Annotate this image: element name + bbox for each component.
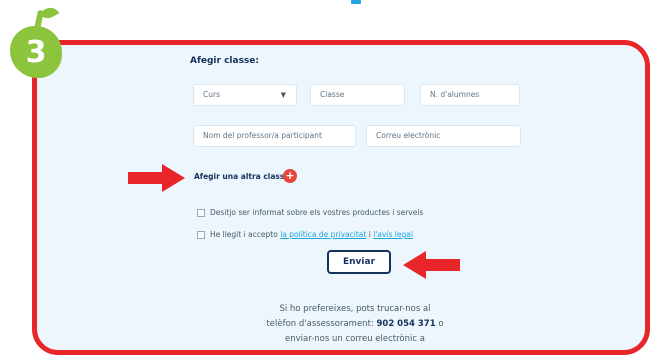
- course-select[interactable]: Curs ▼: [193, 84, 297, 106]
- phone-number: 902 054 371: [376, 319, 436, 329]
- legal-notice-link[interactable]: l'avís legal: [373, 230, 413, 239]
- submit-button[interactable]: Enviar: [327, 250, 391, 274]
- add-class-link[interactable]: Afegir una altra classe: [194, 172, 289, 181]
- info-checkbox-label: Desitjo ser informat sobre els vostres p…: [210, 208, 424, 217]
- email-input-placeholder: Correu electrònic: [376, 131, 441, 140]
- footer-phone-suffix: o: [438, 319, 444, 329]
- info-checkbox[interactable]: [197, 208, 205, 217]
- footer-phone-prefix: telèfon d'assessorament:: [266, 319, 374, 329]
- privacy-join: i: [368, 230, 371, 239]
- students-input-placeholder: N. d'alumnes: [430, 90, 480, 99]
- footer-line-3: enviar-nos un correu electrònic a: [285, 334, 425, 344]
- plus-icon[interactable]: +: [283, 169, 297, 183]
- teacher-name-input[interactable]: Nom del professor/a participant: [193, 125, 356, 147]
- class-input[interactable]: Classe: [310, 84, 405, 106]
- form-title: Afegir classe:: [190, 56, 259, 66]
- arrow-right-icon: [128, 164, 185, 192]
- step-badge: 3: [8, 4, 74, 80]
- arrow-left-icon: [403, 251, 460, 279]
- course-select-value: Curs: [203, 90, 220, 99]
- privacy-policy-link[interactable]: la política de privacitat: [280, 230, 366, 239]
- apple-icon: 3: [10, 26, 62, 78]
- info-checkbox-row: Desitjo ser informat sobre els vostres p…: [197, 208, 423, 217]
- footer-line-1: Si ho prefereixes, pots trucar-nos al: [279, 304, 431, 314]
- students-input[interactable]: N. d'alumnes: [420, 84, 520, 106]
- caret-down-icon: ▼: [280, 91, 286, 99]
- step-number: 3: [25, 35, 47, 70]
- top-link-fragment: [351, 0, 361, 4]
- class-input-placeholder: Classe: [320, 90, 345, 99]
- footer-line-2: telèfon d'assessorament: 902 054 371 o: [230, 317, 480, 332]
- privacy-checkbox[interactable]: [197, 230, 205, 239]
- privacy-prefix: He llegit i accepto: [210, 230, 278, 239]
- email-input[interactable]: Correu electrònic: [366, 125, 521, 147]
- privacy-checkbox-row: He llegit i accepto la política de priva…: [197, 230, 413, 239]
- teacher-name-placeholder: Nom del professor/a participant: [203, 131, 322, 140]
- contact-footer: Si ho prefereixes, pots trucar-nos al te…: [230, 302, 480, 347]
